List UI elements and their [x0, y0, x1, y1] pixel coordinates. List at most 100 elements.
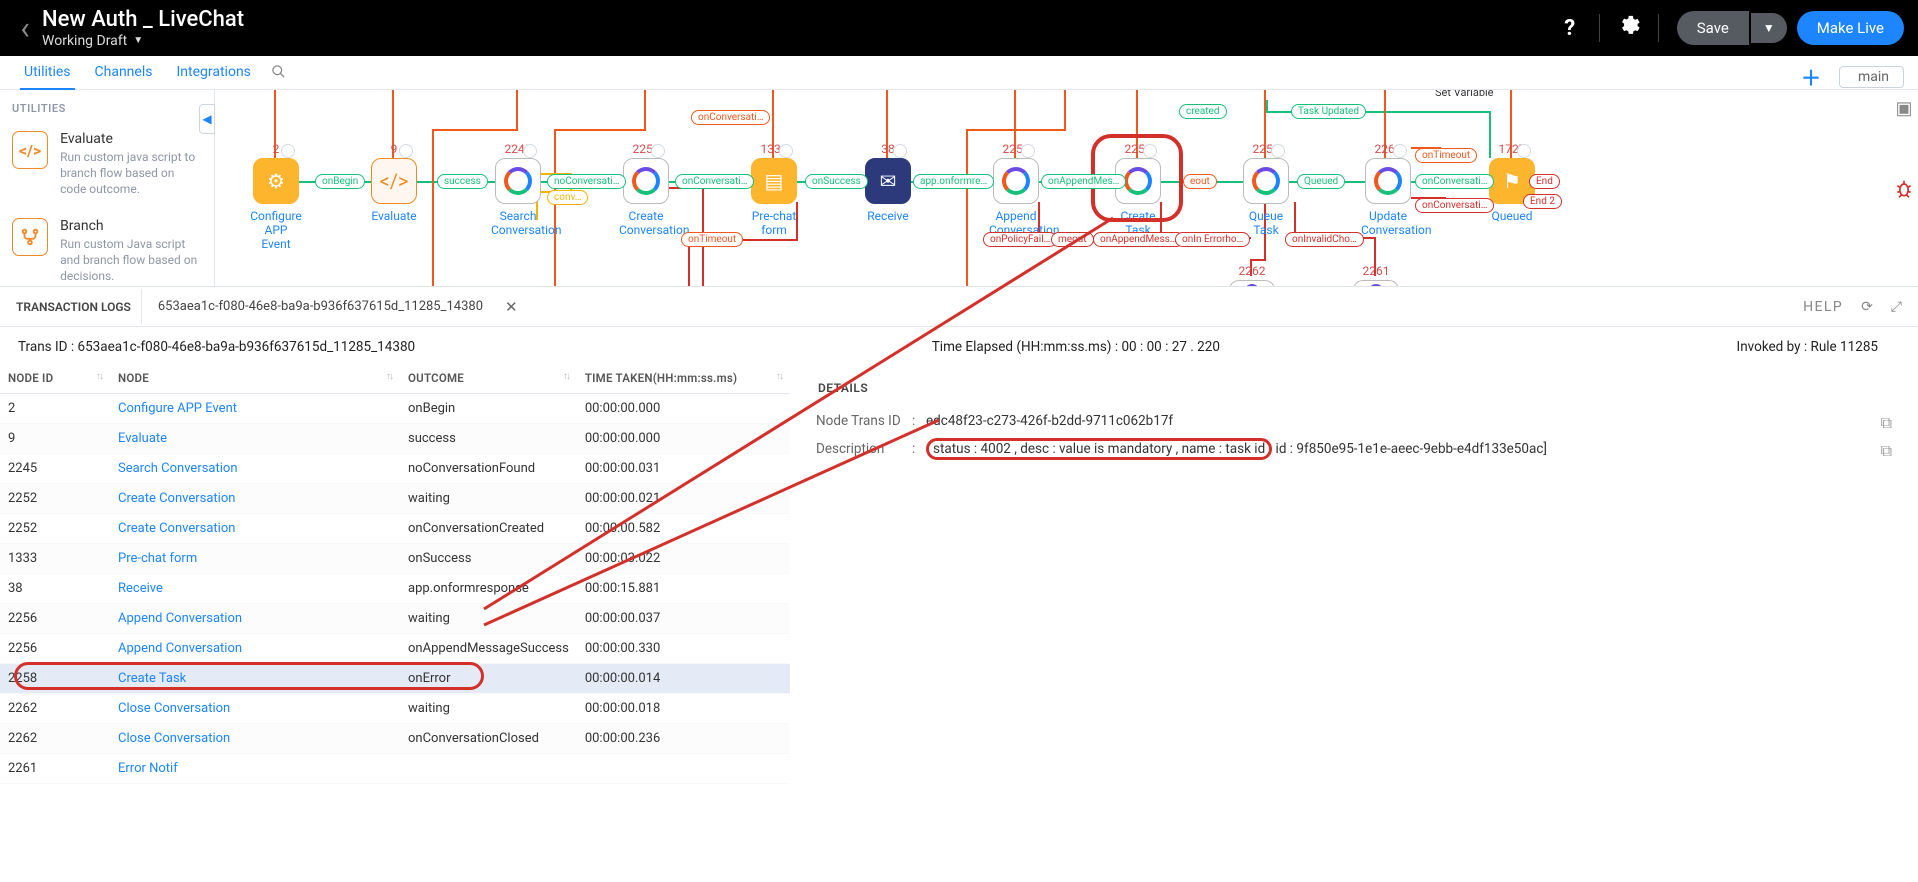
table-row[interactable]: 2252Create Conversationwaiting00:00:00.0…	[0, 484, 790, 514]
table-row[interactable]: 2262Close Conversationwaiting00:00:00.01…	[0, 694, 790, 724]
node-queue-task[interactable]: 2259 Queue Task	[1239, 144, 1293, 238]
tab-utilities[interactable]: Utilities	[12, 64, 83, 89]
col-outcome[interactable]: OUTCOME	[408, 371, 464, 385]
chevron-down-icon[interactable]: ▼	[133, 35, 143, 47]
cell-node[interactable]: Create Conversation	[110, 484, 400, 514]
palette-item-evaluate[interactable]: </> Evaluate Run custom java script to b…	[0, 121, 214, 208]
collapse-handle[interactable]: ◀	[199, 104, 215, 134]
logs-table-container[interactable]: NODE ID↑↓ NODE↑↓ OUTCOME↑↓ TIME TAKEN(HH…	[0, 363, 790, 870]
palette-item-desc: Run custom Java script and branch flow b…	[60, 236, 202, 285]
cell-time: 00:00:00.582	[577, 514, 790, 544]
table-row[interactable]: 2261Error Notif	[0, 754, 790, 784]
search-icon[interactable]	[271, 64, 286, 83]
cell-node[interactable]: Evaluate	[110, 424, 400, 454]
cell-time: 00:00:00.014	[577, 664, 790, 694]
col-node[interactable]: NODE	[118, 371, 149, 385]
help-link[interactable]: HELP	[1803, 299, 1843, 315]
cell-node[interactable]: Close Conversation	[110, 694, 400, 724]
node-configure-app-event[interactable]: 2 ⚙ Configure APP Event	[249, 144, 303, 251]
cell-time: 00:00:00.037	[577, 604, 790, 634]
table-row[interactable]: 2262Close ConversationonConversationClos…	[0, 724, 790, 754]
cell-node[interactable]: Create Conversation	[110, 514, 400, 544]
node-label: Queued	[1485, 210, 1539, 224]
table-row[interactable]: 1333Pre-chat formonSuccess00:00:03.022	[0, 544, 790, 574]
cell-nodeid: 1333	[0, 544, 110, 574]
time-elapsed: Time Elapsed (HH:mm:ss.ms) : 00 : 00 : 2…	[932, 339, 1220, 355]
make-live-button[interactable]: Make Live	[1797, 11, 1904, 45]
edge-onconvtop: onConversati…	[691, 110, 770, 125]
cell-outcome	[400, 754, 577, 784]
add-icon[interactable]: ＋	[1801, 62, 1821, 91]
save-dropdown[interactable]: ▼	[1751, 13, 1787, 43]
layers-icon[interactable]: ▣	[1895, 98, 1912, 119]
cell-node[interactable]: Error Notif	[110, 754, 400, 784]
tab-channels[interactable]: Channels	[83, 64, 165, 89]
cell-outcome: onError	[400, 664, 577, 694]
highlight-error-text: status : 4002 , desc : value is mandator…	[926, 438, 1272, 460]
node-label: Receive	[861, 210, 915, 224]
palette-section-title: UTILITIES	[12, 102, 214, 115]
flow-canvas[interactable]: Set Variable	[215, 90, 1918, 300]
cell-node[interactable]: Append Conversation	[110, 634, 400, 664]
close-icon[interactable]: ✕	[505, 298, 518, 316]
help-icon[interactable]: ?	[1553, 16, 1587, 41]
cell-time: 00:00:00.031	[577, 454, 790, 484]
app-header: ‹ New Auth _ LiveChat Working Draft ▼ ? …	[0, 0, 1918, 56]
table-row[interactable]: 2258Create TaskonError00:00:00.014	[0, 664, 790, 694]
logs-trans-chip[interactable]: 653aea1c-f080-46e8-ba9a-b936f637615d_112…	[141, 289, 499, 324]
cell-node[interactable]: Close Conversation	[110, 724, 400, 754]
transaction-logs-panel: TRANSACTION LOGS 653aea1c-f080-46e8-ba9a…	[0, 286, 1918, 882]
table-row[interactable]: 2Configure APP EventonBegin00:00:00.000	[0, 394, 790, 424]
edge-ontimeout2: onTimeout	[1415, 148, 1477, 163]
table-row[interactable]: 2256Append Conversationwaiting00:00:00.0…	[0, 604, 790, 634]
table-row[interactable]: 9Evaluatesuccess00:00:00.000	[0, 424, 790, 454]
expand-icon[interactable]: ⤢	[1891, 299, 1902, 315]
cell-node[interactable]: Create Task	[110, 664, 400, 694]
node-create-task[interactable]: 2258 Create Task	[1111, 144, 1165, 238]
bug-icon[interactable]	[1894, 179, 1914, 204]
table-row[interactable]: 2245Search ConversationnoConversationFou…	[0, 454, 790, 484]
detail-key-description: Description	[816, 441, 912, 457]
copy-icon[interactable]: ⧉	[1881, 413, 1892, 433]
edge-created: created	[1179, 104, 1227, 119]
cell-time: 00:00:00.000	[577, 394, 790, 424]
detail-val-description: status : 4002 , desc : value is mandator…	[926, 441, 1892, 457]
node-append-conversation[interactable]: 2256 Append Conversation	[989, 144, 1043, 238]
cell-time: 00:00:00.330	[577, 634, 790, 664]
node-prechat-form[interactable]: 1333 ▤ Pre-chat form	[747, 144, 801, 238]
node-evaluate[interactable]: 9 </> Evaluate	[367, 144, 421, 224]
cell-nodeid: 2252	[0, 514, 110, 544]
cell-time: 00:00:00.021	[577, 484, 790, 514]
cell-outcome: waiting	[400, 484, 577, 514]
table-row[interactable]: 2256Append ConversationonAppendMessageSu…	[0, 634, 790, 664]
main-flow-chip[interactable]: main	[1839, 66, 1904, 88]
col-nodeid[interactable]: NODE ID	[8, 371, 53, 385]
refresh-icon[interactable]: ⟳	[1861, 299, 1873, 315]
back-button[interactable]: ‹	[14, 0, 36, 56]
table-row[interactable]: 38Receiveapp.onformresponse00:00:15.881	[0, 574, 790, 604]
node-label: Update Conversation	[1361, 210, 1415, 238]
cell-outcome: onAppendMessageSuccess	[400, 634, 577, 664]
cell-node[interactable]: Receive	[110, 574, 400, 604]
cell-node[interactable]: Configure APP Event	[110, 394, 400, 424]
gear-icon[interactable]	[1612, 14, 1646, 42]
copy-icon[interactable]: ⧉	[1881, 441, 1892, 461]
edge-noconv: noConversati…	[547, 174, 626, 189]
node-update-conversation[interactable]: 2260 Update Conversation	[1361, 144, 1415, 238]
node-create-conversation[interactable]: 2252 Create Conversation	[619, 144, 673, 238]
node-receive[interactable]: 38 ✉ Receive	[861, 144, 915, 224]
cell-nodeid: 9	[0, 424, 110, 454]
details-heading: DETAILS	[818, 381, 1892, 395]
cell-node[interactable]: Search Conversation	[110, 454, 400, 484]
flow-status[interactable]: Working Draft	[42, 33, 127, 49]
cell-outcome: noConversationFound	[400, 454, 577, 484]
cell-node[interactable]: Append Conversation	[110, 604, 400, 634]
edge-oninvalidcho: onInvalidCho…	[1285, 232, 1364, 247]
col-time[interactable]: TIME TAKEN(HH:mm:ss.ms)	[585, 371, 737, 385]
tab-integrations[interactable]: Integrations	[164, 64, 262, 89]
cell-node[interactable]: Pre-chat form	[110, 544, 400, 574]
node-search-conversation[interactable]: 2245 Search Conversation	[491, 144, 545, 238]
palette-item-branch[interactable]: Branch Run custom Java script and branch…	[0, 208, 214, 295]
table-row[interactable]: 2252Create ConversationonConversationCre…	[0, 514, 790, 544]
save-button[interactable]: Save	[1677, 11, 1749, 45]
